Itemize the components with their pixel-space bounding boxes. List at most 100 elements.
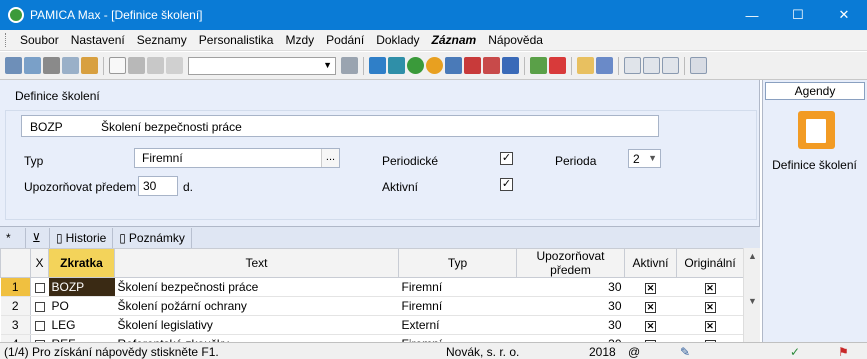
row-typ[interactable]: Externí [398, 315, 517, 335]
row-active[interactable]: ✕ [624, 296, 677, 316]
window2-icon[interactable] [643, 57, 660, 74]
module-arrow-icon[interactable] [388, 57, 405, 74]
status-year: 2018 [589, 345, 616, 359]
row-select-checkbox[interactable] [30, 315, 49, 335]
menu-soubor[interactable]: Soubor [14, 33, 65, 47]
agendy-header[interactable]: Agendy [765, 82, 865, 100]
window3-icon[interactable] [662, 57, 679, 74]
flag-icon[interactable]: ⚑ [838, 345, 849, 359]
filter-icon: ⊻ [32, 231, 41, 245]
scroll-up-icon[interactable]: ▲ [748, 251, 757, 261]
module-person-icon[interactable] [407, 57, 424, 74]
row-days[interactable]: 30 [516, 315, 625, 335]
paste-icon[interactable] [166, 57, 183, 74]
module-m5-icon[interactable] [502, 57, 519, 74]
preview-icon[interactable] [62, 57, 79, 74]
typ-label: Typ [24, 154, 44, 168]
copy-record-icon[interactable] [24, 57, 41, 74]
settings-icon[interactable] [690, 57, 707, 74]
tab-historie-label: Historie [65, 231, 107, 245]
table-row[interactable]: 2 PO Školení požární ochrany Firemní 30 … [0, 296, 744, 316]
row-text[interactable]: Školení legislativy [114, 315, 399, 335]
save-as-icon[interactable] [147, 57, 164, 74]
name-field[interactable]: BOZP Školení bezpečnosti práce [21, 115, 659, 137]
filter-red-icon[interactable] [549, 57, 566, 74]
upozornovat-input[interactable]: 30 [138, 176, 178, 196]
title-bar: PAMICA Max - [Definice školení] — ☐ ✕ [0, 0, 867, 30]
edit-document-icon[interactable] [798, 111, 835, 149]
document-icon[interactable] [109, 57, 126, 74]
row-days[interactable]: 30 [516, 277, 625, 297]
new-record-icon[interactable] [5, 57, 22, 74]
row-typ[interactable]: Firemní [398, 296, 517, 316]
menu-podani[interactable]: Podání [320, 33, 370, 47]
periodicke-checkbox[interactable]: ✓ [500, 152, 513, 165]
filter-list-icon[interactable] [341, 57, 358, 74]
row-code[interactable]: LEG [48, 315, 115, 335]
column-header-typ[interactable]: Typ [398, 248, 517, 278]
menu-doklady[interactable]: Doklady [370, 33, 425, 47]
row-number-header [0, 248, 31, 278]
module-m3-icon[interactable] [464, 57, 481, 74]
menu-nastaveni[interactable]: Nastavení [65, 33, 131, 47]
tab-historie[interactable]: ▯ Historie [50, 228, 114, 248]
export-icon[interactable] [81, 57, 98, 74]
close-button[interactable]: ✕ [821, 0, 867, 30]
row-original[interactable]: ✕ [676, 277, 744, 297]
row-select-checkbox[interactable] [30, 277, 49, 297]
maximize-button[interactable]: ☐ [775, 0, 821, 30]
menu-mzdy[interactable]: Mzdy [279, 33, 320, 47]
row-code[interactable]: BOZP [48, 277, 115, 297]
folder-icon[interactable] [577, 57, 594, 74]
typ-browse-button[interactable]: ... [321, 149, 339, 167]
save-icon[interactable] [128, 57, 145, 74]
row-code[interactable]: PO [48, 296, 115, 316]
toolbar-combo[interactable]: ▼ [188, 56, 336, 75]
app-logo-icon [8, 7, 24, 23]
row-text[interactable]: Školení bezpečnosti práce [114, 277, 399, 297]
row-original[interactable]: ✕ [676, 315, 744, 335]
menu-napoveda[interactable]: Nápověda [482, 33, 549, 47]
column-header-aktivni[interactable]: Aktivní [624, 248, 677, 278]
ok-status-icon[interactable]: ✓ [790, 345, 800, 359]
table-row[interactable]: 1 BOZP Školení bezpečnosti práce Firemní… [0, 277, 744, 297]
module-m2-icon[interactable] [445, 57, 462, 74]
row-days[interactable]: 30 [516, 296, 625, 316]
scroll-down-icon[interactable]: ▼ [748, 296, 757, 306]
menu-seznamy[interactable]: Seznamy [131, 33, 193, 47]
vertical-scrollbar[interactable]: ▲ ▼ [743, 248, 760, 342]
tab-poznamky[interactable]: ▯ Poznámky [113, 228, 192, 248]
column-header-zkratka[interactable]: Zkratka [48, 248, 115, 278]
detail-tabs: * ⊻ ▯ Historie ▯ Poznámky [0, 226, 760, 248]
module-star-icon[interactable] [426, 57, 443, 74]
row-active[interactable]: ✕ [624, 315, 677, 335]
menu-zaznam[interactable]: Záznam [426, 33, 483, 47]
status-company: Novák, s. r. o. [446, 345, 520, 359]
module-m4-icon[interactable] [483, 57, 500, 74]
column-header-upozornovat[interactable]: Upozorňovat předem [516, 248, 625, 278]
column-header-originalni[interactable]: Originální [676, 248, 744, 278]
tab-filter[interactable]: ⊻ [26, 228, 50, 248]
print-icon[interactable] [43, 57, 60, 74]
row-text[interactable]: Školení požární ochrany [114, 296, 399, 316]
window-icon[interactable] [624, 57, 641, 74]
toolbar-separator [103, 56, 104, 75]
aktivni-checkbox[interactable]: ✓ [500, 178, 513, 191]
row-original[interactable]: ✕ [676, 296, 744, 316]
agenda-item-label[interactable]: Definice školení [763, 158, 866, 172]
menu-personalistika[interactable]: Personalistika [193, 33, 280, 47]
column-header-x[interactable]: X [30, 248, 49, 278]
calendar-icon[interactable] [596, 57, 613, 74]
pen-icon[interactable]: ✎ [680, 345, 690, 359]
typ-field[interactable]: Firemní ... [134, 148, 340, 168]
row-active[interactable]: ✕ [624, 277, 677, 297]
perioda-select[interactable]: 2 ▼ [628, 149, 661, 168]
table-row[interactable]: 3 LEG Školení legislativy Externí 30 ✕ ✕ [0, 315, 744, 335]
filter-green-icon[interactable] [530, 57, 547, 74]
minimize-button[interactable]: — [729, 0, 775, 30]
row-select-checkbox[interactable] [30, 296, 49, 316]
column-header-text[interactable]: Text [114, 248, 399, 278]
row-typ[interactable]: Firemní [398, 277, 517, 297]
module-m-icon[interactable] [369, 57, 386, 74]
tab-star[interactable]: * [0, 228, 26, 248]
